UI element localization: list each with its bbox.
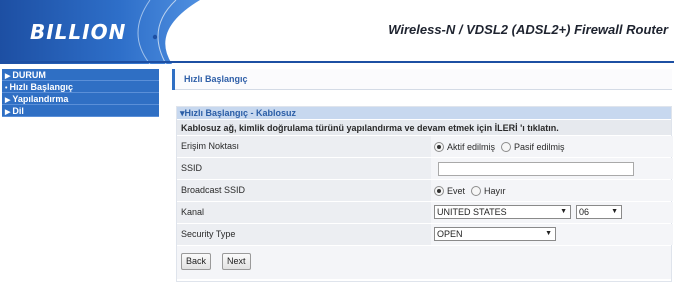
chevron-down-icon: ▼	[611, 208, 618, 215]
sidebar-item-label: DURUM	[12, 70, 46, 80]
page-title: Hızlı Başlangıç	[172, 69, 256, 90]
brand-logo: BILLION	[30, 20, 127, 44]
sidebar-item-dil[interactable]: ▶ Dil	[2, 105, 159, 117]
broadcast-ssid-row: Broadcast SSID Evet Hayır	[177, 179, 673, 201]
broadcast-ssid-label: Broadcast SSID	[177, 180, 431, 201]
next-button[interactable]: Next	[222, 253, 251, 270]
broadcast-ssid-yes-radio[interactable]	[434, 185, 444, 196]
sidebar-item-label: Dil	[12, 106, 24, 116]
security-type-select[interactable]: OPEN ▼	[434, 227, 556, 241]
channel-number-value: 06	[579, 207, 590, 217]
access-point-enabled-radio[interactable]	[434, 141, 444, 152]
access-point-enabled-label: Aktif edilmiş	[447, 141, 496, 152]
channel-value: UNITED STATES ▼ 06 ▼	[431, 202, 673, 223]
country-select[interactable]: UNITED STATES ▼	[434, 205, 571, 219]
panel-title-text: Hızlı Başlangıç - Kablosuz	[184, 108, 297, 118]
security-type-label: Security Type	[177, 224, 431, 245]
access-point-label: Erişim Noktası	[177, 136, 431, 157]
triangle-right-icon: ▶	[5, 109, 11, 116]
broadcast-ssid-yes-label: Evet	[447, 185, 466, 196]
access-point-value: Aktif edilmiş Pasif edilmiş	[431, 136, 673, 157]
button-row: Back Next	[177, 245, 671, 279]
security-type-value: OPEN ▼	[431, 224, 673, 245]
panel-description: Kablosuz ağ, kimlik doğrulama türünü yap…	[177, 119, 671, 135]
sidebar-item-durum[interactable]: ▶ DURUM	[2, 69, 159, 81]
header: BILLION Wireless-N / VDSL2 (ADSL2+) Fire…	[0, 0, 674, 64]
dot-icon: •	[5, 85, 8, 92]
access-point-disabled-radio[interactable]	[501, 141, 512, 152]
triangle-right-icon: ▶	[5, 97, 11, 104]
security-type-row: Security Type OPEN ▼	[177, 223, 673, 245]
ssid-value	[431, 158, 673, 179]
chevron-down-icon: ▼	[560, 208, 567, 215]
sidebar-item-label: Yapılandırma	[12, 94, 69, 104]
access-point-disabled-label: Pasif edilmiş	[514, 141, 565, 152]
broadcast-ssid-no-radio[interactable]	[471, 185, 482, 196]
page-tab-bar: Hızlı Başlangıç	[172, 69, 672, 90]
sidebar-nav: ▶ DURUM • Hızlı Başlangıç ▶ Yapılandırma ▶ D…	[2, 69, 159, 117]
main-content: Hızlı Başlangıç ▾Hızlı Başlangıç - Kablo…	[172, 64, 673, 290]
channel-label: Kanal	[177, 202, 431, 223]
sidebar-item-label: Hızlı Başlangıç	[9, 82, 73, 92]
security-type-select-value: OPEN	[437, 229, 463, 239]
broadcast-ssid-no-label: Hayır	[484, 185, 506, 196]
back-button[interactable]: Back	[181, 253, 212, 270]
broadcast-ssid-value: Evet Hayır	[431, 180, 673, 201]
channel-number-select[interactable]: 06 ▼	[576, 205, 622, 219]
country-select-value: UNITED STATES	[437, 207, 507, 217]
triangle-right-icon: ▶	[5, 73, 11, 80]
ssid-input[interactable]	[438, 162, 634, 176]
panel-title: ▾Hızlı Başlangıç - Kablosuz	[177, 107, 671, 119]
access-point-row: Erişim Noktası Aktif edilmiş Pasif edilm…	[177, 135, 673, 157]
ssid-label: SSID	[177, 158, 431, 179]
wireless-quick-start-panel: ▾Hızlı Başlangıç - Kablosuz Kablosuz ağ,…	[176, 106, 673, 282]
channel-row: Kanal UNITED STATES ▼ 06 ▼	[177, 201, 673, 223]
sidebar-item-yapilandirma[interactable]: ▶ Yapılandırma	[2, 93, 159, 105]
ssid-row: SSID	[177, 157, 673, 179]
chevron-down-icon: ▼	[545, 230, 552, 237]
sidebar-item-hizli-baslangic[interactable]: • Hızlı Başlangıç	[2, 81, 159, 93]
page-header-title: Wireless-N / VDSL2 (ADSL2+) Firewall Rou…	[388, 22, 668, 37]
